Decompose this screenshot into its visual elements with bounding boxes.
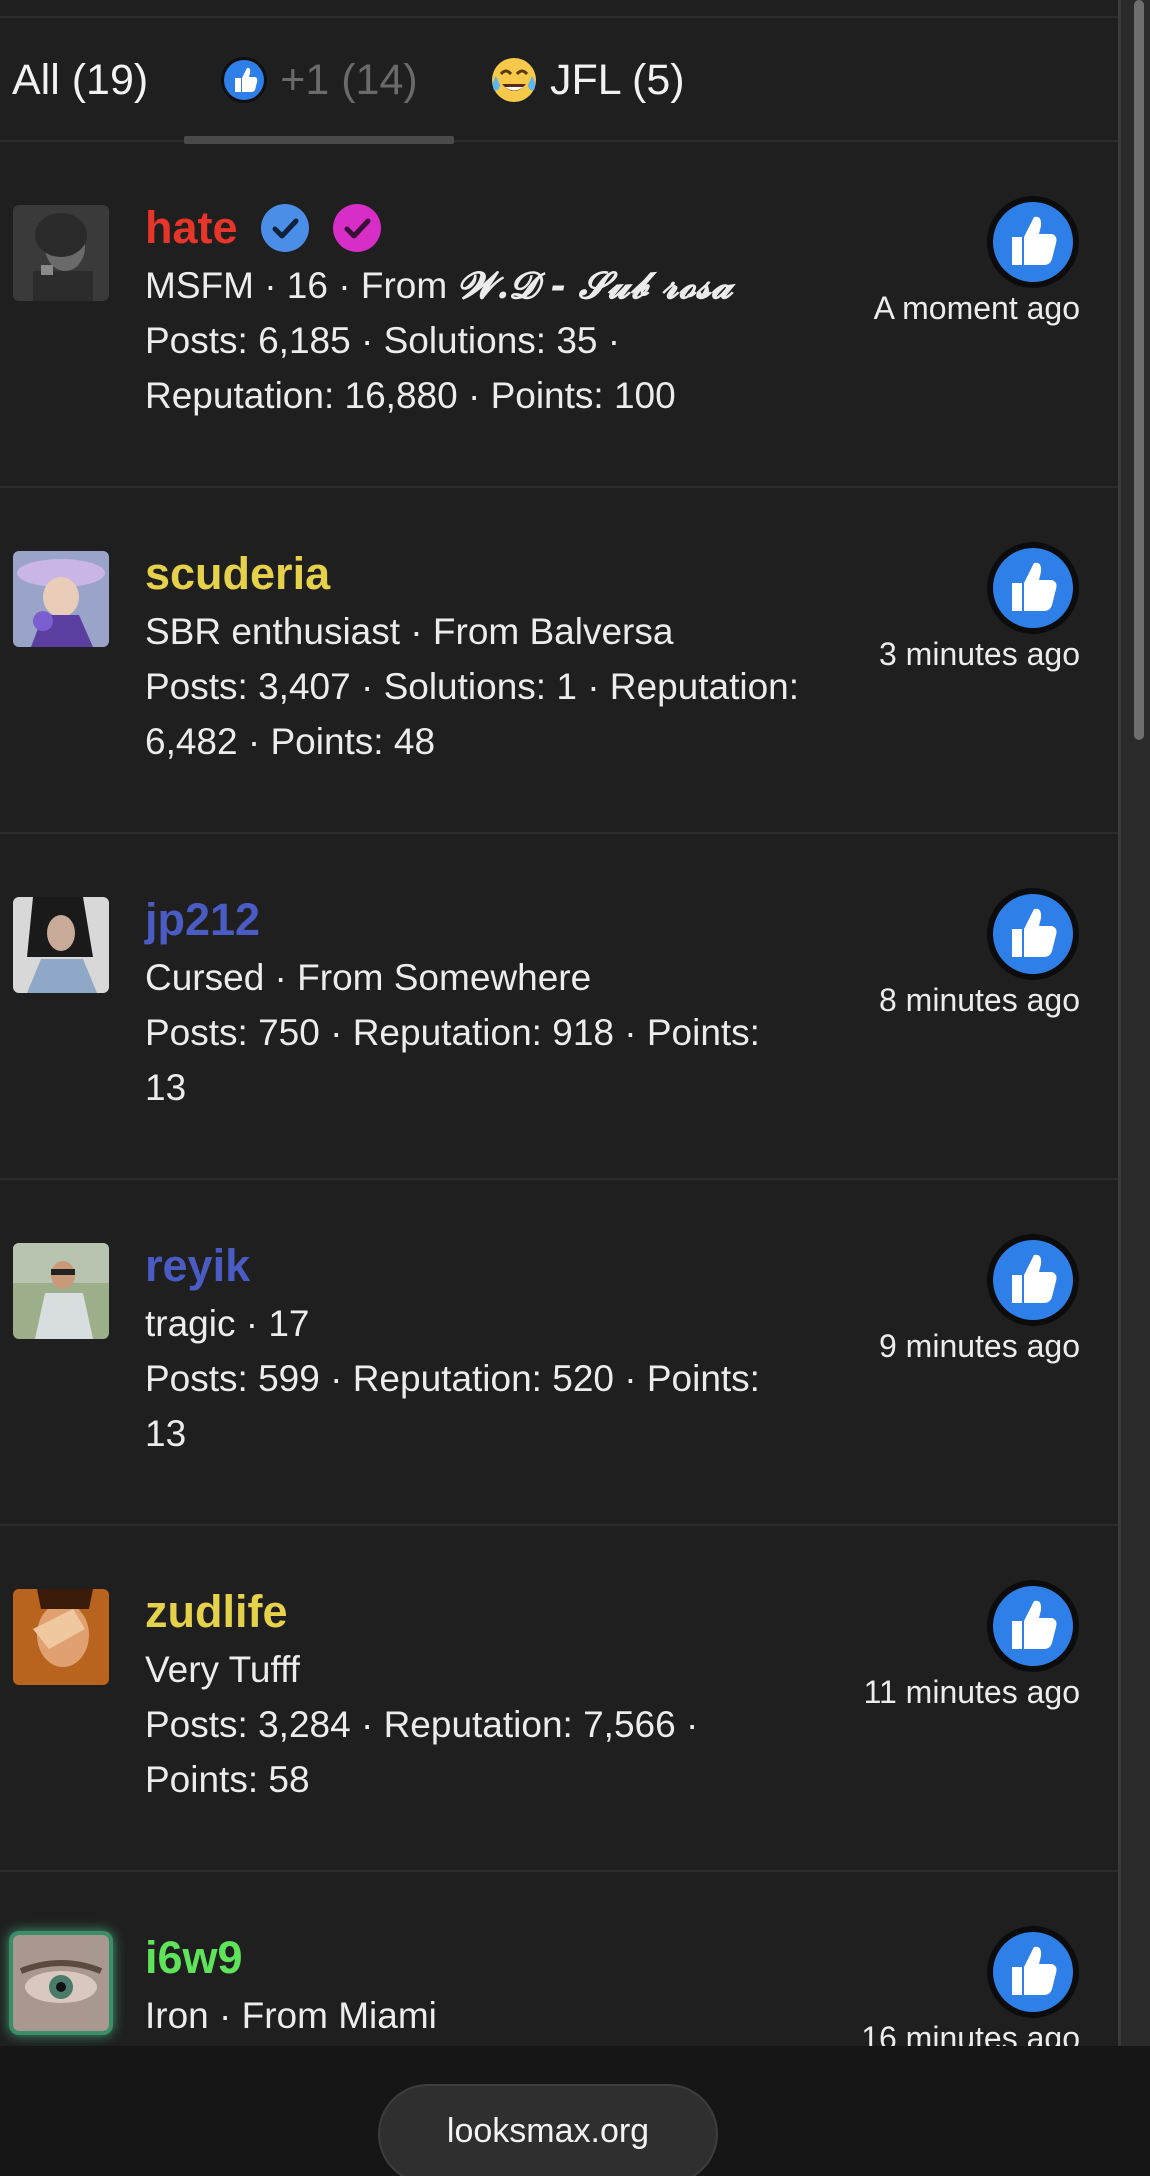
stats-line: 13	[145, 1067, 187, 1108]
username-line: hate	[145, 198, 845, 258]
user-meta: Cursed · From Somewhere	[145, 950, 845, 1005]
verified-badge-icon	[260, 204, 309, 252]
avatar-image	[13, 897, 109, 993]
stats-line: Reputation: 16,880 · Points: 100	[145, 375, 676, 416]
like-reaction-icon[interactable]	[986, 1925, 1080, 2019]
user-stats: Posts: 3,284 · Reputation: 7,566 · Point…	[145, 1697, 845, 1807]
tab-jfl[interactable]: JFL (5)	[488, 18, 685, 142]
avatar[interactable]	[13, 1935, 109, 2031]
user-stats: Posts: 750 · Reputation: 918 · Points: 1…	[145, 1005, 845, 1115]
like-reaction-icon[interactable]	[986, 541, 1080, 635]
username[interactable]: jp212	[145, 890, 260, 950]
reaction-time: 3 minutes ago	[878, 636, 1080, 672]
username-line: scuderia	[145, 544, 845, 604]
user-info: reyik tragic · 17 Posts: 599 · Reputatio…	[145, 1236, 845, 1461]
meta-text: SBR enthusiast · From Balversa	[145, 611, 674, 652]
user-info: scuderia SBR enthusiast · From Balversa …	[145, 544, 845, 769]
username[interactable]: zudlife	[145, 1582, 288, 1642]
like-reaction-icon[interactable]	[986, 887, 1080, 981]
like-icon	[221, 57, 268, 103]
username-line: i6w9	[145, 1928, 845, 1988]
reaction-time: 9 minutes ago	[878, 1328, 1080, 1364]
avatar-image	[13, 1243, 109, 1339]
user-info: hate MSFM · 16 · From 𝓦.𝓓 - 𝓢𝓾𝓫 𝓻𝓸𝓼𝓪 Pos…	[145, 198, 845, 423]
stats-line: Posts: 750 · Reputation: 918 · Points:	[145, 1012, 760, 1053]
stats-line: Posts: 3,407 · Solutions: 1 · Reputation…	[145, 666, 800, 707]
user-meta: Very Tufff	[145, 1642, 845, 1697]
reaction-tabs: All (19) +1 (14) JFL (5)	[0, 18, 1118, 144]
username-line: zudlife	[145, 1582, 845, 1642]
user-info: jp212 Cursed · From Somewhere Posts: 750…	[145, 890, 845, 1115]
user-meta: Iron · From Miami	[145, 1988, 845, 2043]
username[interactable]: i6w9	[145, 1928, 243, 1988]
list-item: scuderia SBR enthusiast · From Balversa …	[0, 488, 1118, 834]
location-script-text: 𝓦.𝓓 - 𝓢𝓾𝓫 𝓻𝓸𝓼𝓪	[457, 263, 733, 307]
avatar[interactable]	[13, 897, 109, 993]
reactions-list: hate MSFM · 16 · From 𝓦.𝓓 - 𝓢𝓾𝓫 𝓻𝓸𝓼𝓪 Pos…	[0, 142, 1118, 2176]
url-text: looksmax.org	[446, 2112, 650, 2150]
verified-badge-icon	[332, 204, 381, 252]
url-bar[interactable]: looksmax.org	[378, 2084, 718, 2176]
avatar[interactable]	[13, 1589, 109, 1685]
browser-bottom-bar: looksmax.org	[0, 2046, 1150, 2176]
tab-all-label: All (19)	[12, 55, 149, 104]
meta-text: Iron · From Miami	[145, 1995, 437, 2036]
reaction-time: A moment ago	[873, 290, 1080, 326]
avatar-image	[13, 551, 109, 647]
meta-text: Cursed · From Somewhere	[145, 957, 592, 998]
crying-laughing-emoji-icon	[492, 58, 536, 102]
user-info: zudlife Very Tufff Posts: 3,284 · Reputa…	[145, 1582, 845, 1807]
avatar-image	[13, 1935, 109, 2031]
user-info: i6w9 Iron · From Miami	[145, 1928, 845, 2043]
stats-line: Points: 58	[145, 1759, 310, 1800]
list-item: hate MSFM · 16 · From 𝓦.𝓓 - 𝓢𝓾𝓫 𝓻𝓸𝓼𝓪 Pos…	[0, 142, 1118, 488]
tab-jfl-label: JFL (5)	[550, 55, 685, 104]
scrollbar-thumb[interactable]	[1134, 0, 1144, 740]
meta-text: MSFM · 16 · From	[145, 265, 458, 306]
user-stats: Posts: 3,407 · Solutions: 1 · Reputation…	[145, 659, 845, 769]
avatar[interactable]	[13, 205, 109, 301]
stats-line: Posts: 3,284 · Reputation: 7,566 ·	[145, 1704, 699, 1745]
meta-text: tragic · 17	[145, 1303, 310, 1344]
tab-all[interactable]: All (19)	[12, 18, 148, 142]
stats-line: Posts: 6,185 · Solutions: 35 ·	[145, 320, 621, 361]
reaction-time: 11 minutes ago	[863, 1674, 1080, 1710]
avatar[interactable]	[13, 551, 109, 647]
tab-plus-one[interactable]: +1 (14)	[184, 18, 454, 144]
username[interactable]: hate	[145, 198, 238, 258]
like-reaction-icon[interactable]	[986, 195, 1080, 289]
reaction-time: 8 minutes ago	[878, 982, 1080, 1018]
username[interactable]: scuderia	[145, 544, 330, 604]
like-reaction-icon[interactable]	[986, 1233, 1080, 1327]
stats-line: 6,482 · Points: 48	[145, 721, 436, 762]
list-item: reyik tragic · 17 Posts: 599 · Reputatio…	[0, 1180, 1118, 1526]
meta-text: Very Tufff	[145, 1649, 300, 1690]
reactions-page: All (19) +1 (14) JFL (5) hate MSFM · 16 …	[0, 0, 1150, 2176]
username[interactable]: reyik	[145, 1236, 250, 1296]
user-meta: MSFM · 16 · From 𝓦.𝓓 - 𝓢𝓾𝓫 𝓻𝓸𝓼𝓪	[145, 258, 845, 313]
list-item: zudlife Very Tufff Posts: 3,284 · Reputa…	[0, 1526, 1118, 1872]
username-line: jp212	[145, 890, 845, 950]
list-item: jp212 Cursed · From Somewhere Posts: 750…	[0, 834, 1118, 1180]
avatar[interactable]	[13, 1243, 109, 1339]
user-meta: tragic · 17	[145, 1296, 845, 1351]
like-reaction-icon[interactable]	[986, 1579, 1080, 1673]
username-line: reyik	[145, 1236, 845, 1296]
avatar-image	[13, 205, 109, 301]
avatar-image	[13, 1589, 109, 1685]
tab-plus-one-label: +1 (14)	[280, 55, 418, 104]
user-stats: Posts: 6,185 · Solutions: 35 · Reputatio…	[145, 313, 845, 423]
stats-line: 13	[145, 1413, 187, 1454]
user-stats: Posts: 599 · Reputation: 520 · Points: 1…	[145, 1351, 845, 1461]
stats-line: Posts: 599 · Reputation: 520 · Points:	[145, 1358, 760, 1399]
user-meta: SBR enthusiast · From Balversa	[145, 604, 845, 659]
